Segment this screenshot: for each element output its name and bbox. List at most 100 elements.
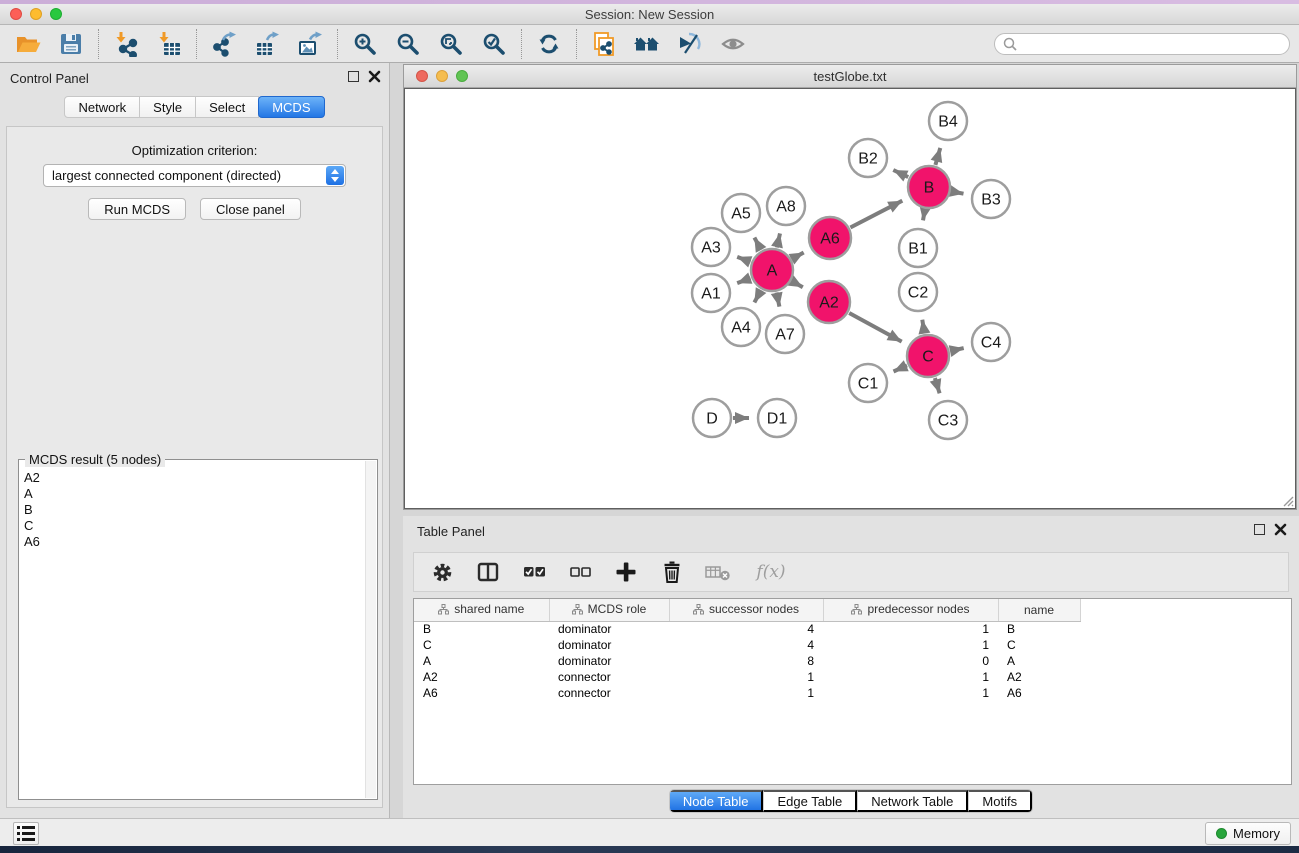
import-network-button[interactable] [108,28,144,60]
column-header-mcds-role[interactable]: MCDS role [549,599,669,621]
import-table-button[interactable] [151,28,187,60]
graph-node-B1[interactable]: B1 [899,229,937,267]
graph-node-B2[interactable]: B2 [849,139,887,177]
column-header-successor-nodes[interactable]: successor nodes [669,599,823,621]
graph-edge-C-C2[interactable] [922,320,924,334]
graph-edge-A-A4[interactable] [754,290,761,302]
list-item[interactable]: A6 [24,534,364,550]
graph-node-A2[interactable]: A2 [808,281,850,323]
graph-node-A4[interactable]: A4 [722,308,760,346]
table-settings-button[interactable] [427,557,457,587]
delete-table-button[interactable] [703,557,733,587]
resize-grip-icon[interactable] [1280,493,1294,507]
graph-edge-C-C4[interactable] [951,348,964,351]
table-row[interactable]: Bdominator 41 B [414,621,1080,637]
graph-edge-B-B1[interactable] [923,210,925,221]
node-table[interactable]: shared name MCDS role successor nodes pr… [413,598,1292,785]
graph-node-D1[interactable]: D1 [758,399,796,437]
column-header-predecessor-nodes[interactable]: predecessor nodes [823,599,998,621]
graph-edge-C-C1[interactable] [894,365,908,371]
graph-edge-B-B3[interactable] [952,191,964,193]
tab-edge-table[interactable]: Edge Table [763,790,857,812]
graph-node-C[interactable]: C [907,335,949,377]
hide-graphics-details-button[interactable] [672,28,708,60]
tab-select[interactable]: Select [195,96,259,118]
table-row[interactable]: Adominator 80 A [414,653,1080,669]
network-graph[interactable]: B4 B2 B B3 A8A5 A6 A3 B1 A A1 C2 A2 A4A7 C4 C C1 C3 D D1 [405,89,1297,510]
graph-node-A7[interactable]: A7 [766,315,804,353]
export-table-button[interactable] [249,28,285,60]
graph-edge-A6-B[interactable] [850,201,902,228]
close-panel-button[interactable] [368,70,381,83]
graph-node-C2[interactable]: C2 [899,273,937,311]
network-canvas[interactable]: B4 B2 B B3 A8A5 A6 A3 B1 A A1 C2 A2 A4A7 C4 C C1 C3 D D1 [404,88,1296,509]
result-scrollbar[interactable] [365,461,376,798]
tab-node-table[interactable]: Node Table [670,790,764,812]
tab-style[interactable]: Style [139,96,196,118]
save-session-button[interactable] [53,28,89,60]
graph-edge-A-A5[interactable] [754,238,761,250]
zoom-in-button[interactable] [347,28,383,60]
graph-node-C1[interactable]: C1 [849,364,887,402]
graph-node-A6[interactable]: A6 [809,217,851,259]
graph-node-C3[interactable]: C3 [929,401,967,439]
graph-node-C4[interactable]: C4 [972,323,1010,361]
task-history-button[interactable] [13,822,39,845]
column-header-name[interactable]: name [998,599,1080,621]
export-image-button[interactable] [292,28,328,60]
tab-network[interactable]: Network [64,96,140,118]
show-graphics-details-button[interactable] [715,28,751,60]
select-all-button[interactable] [519,557,549,587]
mcds-result-list[interactable]: A2 A B C A6 [19,462,364,799]
graph-node-B3[interactable]: B3 [972,180,1010,218]
list-item[interactable]: A [24,486,364,502]
float-table-panel-button[interactable] [1254,524,1265,535]
table-row[interactable]: A2connector 11 A2 [414,669,1080,685]
graph-node-A8[interactable]: A8 [767,187,805,225]
zoom-fit-button[interactable] [433,28,469,60]
graph-edge-B-B2[interactable] [893,170,908,177]
graph-edge-C-C3[interactable] [935,378,940,393]
close-table-panel-button[interactable] [1274,523,1287,536]
graph-edge-A-A3[interactable] [737,257,750,262]
graph-node-A3[interactable]: A3 [692,228,730,266]
network-from-file-button[interactable] [586,28,622,60]
graph-node-A1[interactable]: A1 [692,274,730,312]
close-mcds-panel-button[interactable]: Close panel [200,198,301,220]
criterion-select[interactable]: largest connected component (directed) [43,164,346,187]
graph-node-B4[interactable]: B4 [929,102,967,140]
run-mcds-button[interactable]: Run MCDS [88,198,186,220]
search-input[interactable] [1022,37,1272,51]
function-builder-button[interactable]: f(x) [749,557,793,587]
table-row[interactable]: A6connector 11 A6 [414,685,1080,701]
zoom-out-button[interactable] [390,28,426,60]
search-field[interactable] [994,33,1290,55]
column-header-shared-name[interactable]: shared name [414,599,549,621]
zoom-selected-button[interactable] [476,28,512,60]
memory-button[interactable]: Memory [1205,822,1291,845]
float-panel-button[interactable] [348,71,359,82]
graph-edge-B-B4[interactable] [935,148,940,165]
tab-network-table[interactable]: Network Table [857,790,968,812]
add-column-button[interactable] [611,557,641,587]
list-item[interactable]: B [24,502,364,518]
refresh-view-button[interactable] [531,28,567,60]
list-item[interactable]: A2 [24,470,364,486]
graph-node-D[interactable]: D [693,399,731,437]
export-network-button[interactable] [206,28,242,60]
graph-edge-A2-C[interactable] [849,313,902,342]
delete-column-button[interactable] [657,557,687,587]
tab-motifs[interactable]: Motifs [968,790,1032,812]
unselect-all-button[interactable] [565,557,595,587]
list-item[interactable]: C [24,518,364,534]
graph-node-A[interactable]: A [751,249,793,291]
graph-edge-A-A7[interactable] [777,293,780,307]
split-view-button[interactable] [473,557,503,587]
graph-edge-A-A2[interactable] [792,281,803,287]
graph-node-A5[interactable]: A5 [722,194,760,232]
graph-edge-A-A1[interactable] [737,278,750,283]
graph-edge-A-A8[interactable] [777,233,780,247]
graph-edge-A-A6[interactable] [792,253,804,259]
graph-node-B[interactable]: B [908,166,950,208]
open-session-button[interactable] [10,28,46,60]
